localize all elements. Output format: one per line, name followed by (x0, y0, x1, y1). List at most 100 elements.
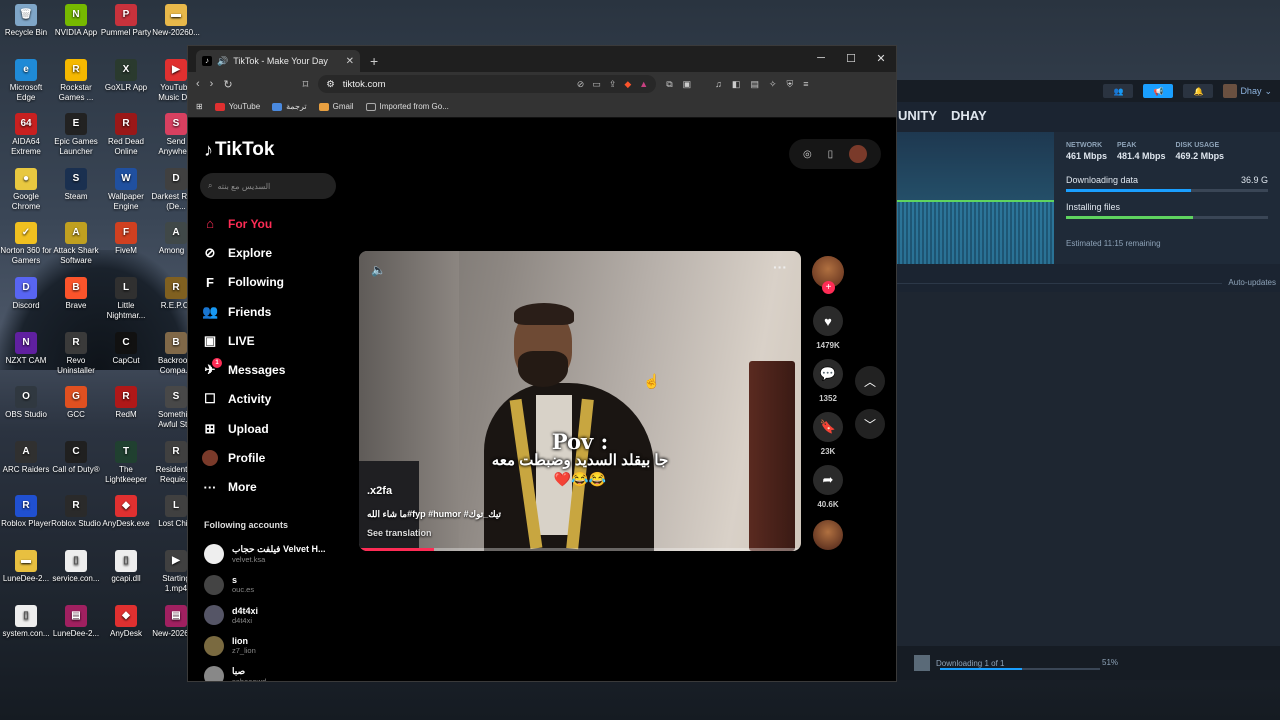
desktop-icon[interactable]: 64 AIDA64 Extreme (0, 113, 52, 157)
new-tab-button[interactable]: + (370, 50, 378, 72)
desktop-icon[interactable]: ✓ Norton 360 for Gamers (0, 222, 52, 266)
cast-icon[interactable]: ▭ (592, 79, 601, 90)
volume-icon[interactable]: 🔈 (371, 263, 386, 277)
desktop-icon[interactable]: ▯ gcapi.dll (100, 550, 152, 594)
bookmark-gmail[interactable]: Gmail (318, 102, 354, 111)
sidebar-item-for-you[interactable]: ⌂ For You (202, 209, 352, 238)
sidebar-item-activity[interactable]: ☐ Activity (202, 385, 352, 414)
close-icon[interactable]: ✕ (346, 56, 354, 67)
desktop-icon[interactable]: R Roblox Studio (50, 495, 102, 539)
music-disc-icon[interactable] (813, 520, 843, 550)
share-icon[interactable]: ⇪ (609, 79, 617, 90)
next-video-button[interactable]: ﹀ (855, 409, 885, 439)
desktop-icon[interactable]: S Steam (50, 167, 102, 212)
minimize-button[interactable]: ─ (806, 46, 836, 70)
rewards-icon[interactable]: ▲ (639, 79, 648, 90)
desktop-icon[interactable]: A Attack Shark Software (50, 222, 102, 266)
desktop-icon[interactable]: R Revo Uninstaller (50, 331, 102, 376)
desktop-icon[interactable]: ▬ LuneDee-2... (0, 550, 52, 594)
sidebar-icon[interactable]: ◧ (732, 79, 741, 90)
following-account[interactable]: فيلفت حجاب Velvet H... velvet.ksa (204, 539, 344, 570)
friends-icon[interactable]: 👥 (1103, 84, 1134, 98)
desktop-icon[interactable]: B Brave (50, 277, 102, 321)
steam-footer[interactable]: Downloading 1 of 1 51% (896, 646, 1280, 680)
back-icon[interactable]: ‹ (196, 78, 200, 90)
desktop-icon[interactable]: ▬ New-20260... (150, 4, 202, 48)
sidebar-item-messages[interactable]: ✈ 1 Messages (202, 355, 352, 384)
heart-icon[interactable]: ♥ (813, 306, 843, 336)
site-info-icon[interactable]: ⚙ (326, 79, 335, 90)
desktop-icon[interactable]: R RedM (100, 386, 152, 430)
desktop-icon[interactable]: C CapCut (100, 331, 152, 376)
tiktok-logo[interactable]: ♪ TikTok (204, 139, 274, 161)
bookmark-save-icon[interactable]: 🔖 (813, 412, 843, 442)
desktop-icon[interactable]: ● Google Chrome (0, 167, 52, 212)
video-progress[interactable] (359, 548, 801, 551)
wallet-icon[interactable]: ▤ (750, 79, 759, 90)
sidebar-item-more[interactable]: ··· More (202, 473, 352, 502)
sidebar-item-friends[interactable]: 👥 Friends (202, 297, 352, 326)
avatar[interactable] (849, 145, 868, 163)
desktop-icon[interactable]: R Roblox Player (0, 495, 52, 539)
desktop-icon[interactable]: D Discord (0, 277, 52, 321)
screenshot-icon[interactable]: ▣ (683, 79, 692, 90)
desktop-icon[interactable]: R Red Dead Online (100, 113, 152, 157)
search-input[interactable]: ⌕ السديس مع بنته (200, 173, 336, 199)
desktop-icon[interactable]: X GoXLR App (100, 58, 152, 103)
desktop-icon[interactable]: F FiveM (100, 222, 152, 266)
bookmark-translate[interactable]: ترجمة (272, 102, 307, 111)
comment-icon[interactable]: 💬 (813, 359, 843, 389)
device-icon[interactable]: ▯ (828, 149, 834, 160)
coins-icon[interactable]: ◎ (803, 149, 812, 160)
steam-nav-profile[interactable]: DHAY (951, 108, 987, 123)
announce-icon[interactable]: 📢 (1143, 84, 1174, 98)
desktop-icon[interactable]: W Wallpaper Engine (100, 167, 152, 212)
desktop-icon[interactable]: C Call of Duty® (50, 440, 102, 485)
sidebar-item-live[interactable]: ▣ LIVE (202, 326, 352, 355)
desktop-icon[interactable]: ▯ system.con... (0, 604, 52, 649)
desktop-icon[interactable]: ▯ service.con... (50, 550, 102, 594)
desktop-icon[interactable]: A ARC Raiders (0, 440, 52, 485)
steam-nav-community[interactable]: UNITY (898, 108, 937, 123)
bell-icon[interactable]: 🔔 (1183, 84, 1214, 98)
share-arrow-icon[interactable]: ➦ (813, 465, 843, 495)
desktop-icon[interactable]: R Rockstar Games ... (50, 58, 102, 103)
author-avatar[interactable]: + (812, 256, 844, 294)
more-options-icon[interactable]: ··· (773, 259, 787, 275)
following-account[interactable]: s ouc.es (204, 570, 344, 601)
desktop-icon[interactable]: L Little Nightmar... (100, 277, 152, 321)
following-account[interactable]: lion z7_lion (204, 631, 344, 662)
tracking-icon[interactable]: ⊘ (577, 79, 585, 90)
url-field[interactable]: ⚙ tiktok.com ⊘ ▭ ⇪ ◆ ▲ (318, 75, 657, 93)
vpn-icon[interactable]: ⛨ (787, 79, 794, 90)
apps-icon[interactable]: ⊞ (196, 102, 203, 111)
desktop-icon[interactable]: N NZXT CAM (0, 331, 52, 376)
follow-plus-icon[interactable]: + (822, 281, 835, 294)
reload-icon[interactable]: ↻ (223, 78, 232, 91)
sidebar-item-explore[interactable]: ⊘ Explore (202, 238, 352, 267)
menu-icon[interactable]: ≡ (803, 79, 808, 89)
video-author[interactable]: .x2fa (367, 485, 392, 497)
desktop-icon[interactable]: ▤ LuneDee-2... (50, 604, 102, 649)
desktop-icon[interactable]: O OBS Studio (0, 386, 52, 430)
see-translation-link[interactable]: See translation (367, 528, 432, 538)
sidebar-item-upload[interactable]: ⊞ Upload (202, 414, 352, 443)
following-account[interactable]: صباsabaaawd (204, 661, 344, 681)
sidebar-item-following[interactable]: F Following (202, 268, 352, 297)
previous-video-button[interactable]: ︿ (855, 366, 885, 396)
music-icon[interactable]: ♫ (715, 79, 722, 89)
sidebar-item-profile[interactable]: Profile (202, 443, 352, 472)
close-window-button[interactable]: ✕ (866, 46, 896, 70)
desktop-icon[interactable]: G GCC (50, 386, 102, 430)
maximize-button[interactable]: ☐ (836, 46, 866, 70)
desktop-icon[interactable]: ◆ AnyDesk.exe (100, 495, 152, 539)
steam-user-menu[interactable]: Dhay ⌄ (1223, 84, 1272, 98)
bookmark-folder-imported[interactable]: Imported from Go... (365, 102, 449, 111)
desktop-icon[interactable]: N NVIDIA App (50, 4, 102, 48)
forward-icon[interactable]: › (210, 78, 214, 90)
desktop-icon[interactable]: P Pummel Party (100, 4, 152, 48)
desktop-icon[interactable]: E Epic Games Launcher (50, 113, 102, 157)
bookmark-youtube[interactable]: YouTube (214, 102, 260, 111)
following-account[interactable]: d4t4xi d4t4xi (204, 600, 344, 631)
tab-tiktok[interactable]: ♪ 🔊 TikTok - Make Your Day ✕ (196, 50, 360, 72)
